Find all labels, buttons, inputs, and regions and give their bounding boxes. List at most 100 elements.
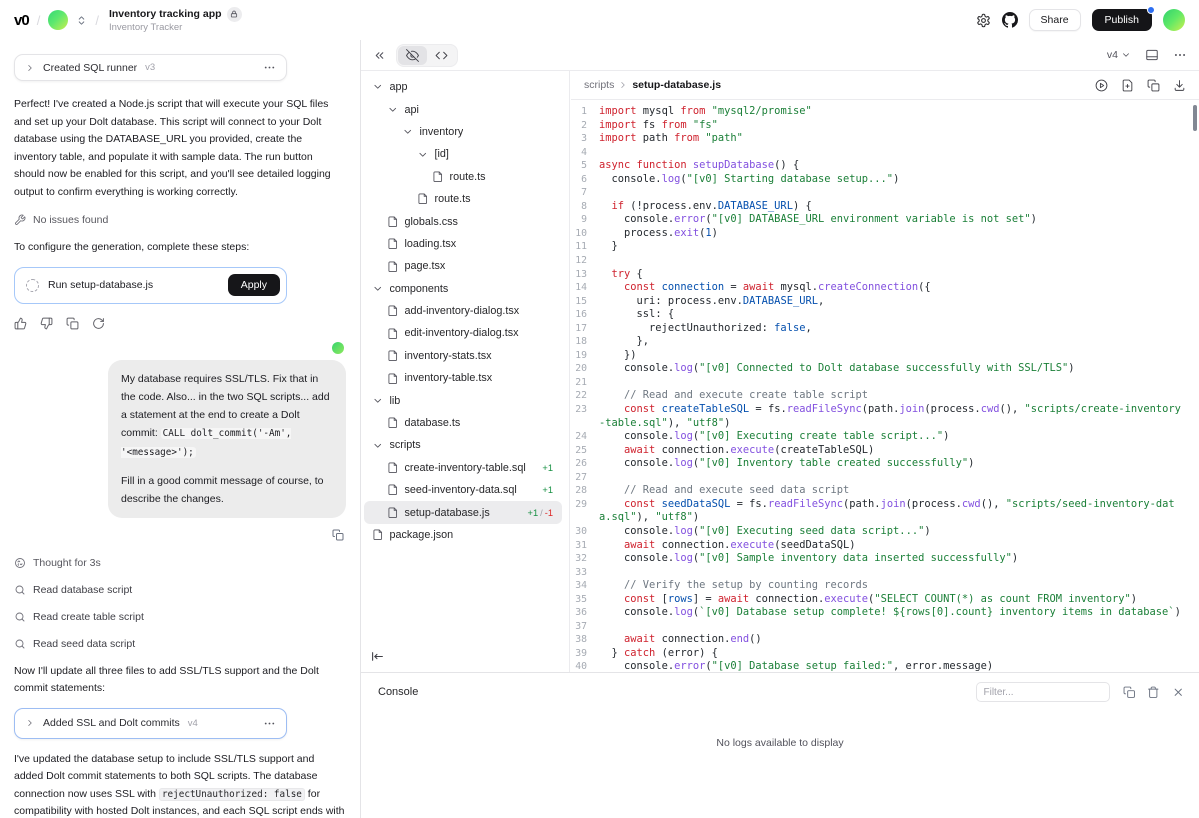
tree-folder-api[interactable]: api [364,98,562,120]
code-line[interactable]: 24 console.log("[v0] Executing create ta… [571,430,1199,444]
code-line[interactable]: 13 try { [571,268,1199,282]
code-line[interactable]: 28 // Read and execute seed data script [571,484,1199,498]
tool-step-read-create-table-script[interactable]: Read create table script [14,611,346,623]
code-line[interactable]: 22 // Read and execute create table scri… [571,389,1199,403]
code-line[interactable]: 2import fs from "fs" [571,119,1199,133]
code-line[interactable]: 5async function setupDatabase() { [571,159,1199,173]
code-content[interactable]: 1import mysql from "mysql2/promise"2impo… [571,100,1199,672]
code-line[interactable]: 36 console.log(`[v0] Database setup comp… [571,606,1199,620]
share-button[interactable]: Share [1029,9,1081,31]
tree-file-package.json[interactable]: package.json [364,524,562,546]
code-line[interactable]: 1import mysql from "mysql2/promise" [571,105,1199,119]
close-icon[interactable] [1172,686,1185,699]
code-line[interactable]: 31 await connection.execute(seedDataSQL) [571,539,1199,553]
chevrons-up-down-icon[interactable] [76,15,87,26]
ellipsis-icon[interactable] [263,717,276,730]
code-line[interactable]: 21 [571,376,1199,390]
tree-file-loading.tsx[interactable]: loading.tsx [364,233,562,255]
copy-icon[interactable] [1123,686,1136,699]
ellipsis-icon[interactable] [1173,48,1187,62]
code-line[interactable]: 7 [571,186,1199,200]
code-line[interactable]: 10 process.exit(1) [571,227,1199,241]
tree-folder-lib[interactable]: lib [364,389,562,411]
tree-file-add-inventory-dialog.tsx[interactable]: add-inventory-dialog.tsx [364,300,562,322]
tree-file-inventory-stats.tsx[interactable]: inventory-stats.tsx [364,345,562,367]
v0-logo[interactable]: v0 [14,12,29,29]
tree-file-create-inventory-table.sql[interactable]: create-inventory-table.sql+1 [364,457,562,479]
breadcrumb-file[interactable]: setup-database.js [632,79,721,91]
code-line[interactable]: 37 [571,620,1199,634]
code-line[interactable]: 12 [571,254,1199,268]
code-line[interactable]: 20 console.log("[v0] Connected to Dolt d… [571,362,1199,376]
version-block-added-ssl[interactable]: Added SSL and Dolt commits v4 [14,708,287,739]
tree-folder-app[interactable]: app [364,76,562,98]
github-icon[interactable] [1002,12,1018,28]
code-line[interactable]: 27 [571,471,1199,485]
version-block-created-sql-runner[interactable]: Created SQL runner v3 [14,54,287,81]
collapse-sidebar-control[interactable] [371,650,384,663]
code-line[interactable]: 39 } catch (error) { [571,647,1199,661]
team-avatar[interactable] [48,10,68,30]
tool-step-read-seed-data-script[interactable]: Read seed data script [14,638,346,650]
gear-icon[interactable] [976,13,991,28]
thumbs-up-icon[interactable] [14,317,27,330]
ellipsis-icon[interactable] [263,61,276,74]
tree-file-inventory-table.tsx[interactable]: inventory-table.tsx [364,367,562,389]
chevrons-left-icon[interactable] [373,49,386,62]
code-line[interactable]: 30 console.log("[v0] Executing seed data… [571,525,1199,539]
code-line[interactable]: 19 }) [571,349,1199,363]
copy-icon[interactable] [1147,79,1160,92]
code-line[interactable]: 33 [571,566,1199,580]
code-line[interactable]: 26 console.log("[v0] Inventory table cre… [571,457,1199,471]
copy-icon[interactable] [66,317,79,330]
code-line[interactable]: 4 [571,146,1199,160]
project-name[interactable]: Inventory tracking app [109,8,222,21]
version-dropdown[interactable]: v4 [1107,49,1131,61]
tree-file-setup-database.js[interactable]: setup-database.js+1/-1 [364,501,562,523]
preview-hidden-toggle[interactable] [398,46,427,65]
tree-file-edit-inventory-dialog.tsx[interactable]: edit-inventory-dialog.tsx [364,322,562,344]
file-diff-icon[interactable] [1121,79,1134,92]
console-filter-input[interactable] [976,682,1110,702]
code-line[interactable]: 3import path from "path" [571,132,1199,146]
run-script-step-card[interactable]: Run setup-database.js Apply [14,267,287,304]
bottom-panel-icon[interactable] [1145,48,1159,62]
code-line[interactable]: 40 console.error("[v0] Database setup fa… [571,660,1199,672]
code-line[interactable]: 38 await connection.end() [571,633,1199,647]
tree-folder-scripts[interactable]: scripts [364,434,562,456]
code-line[interactable]: 18 }, [571,335,1199,349]
tree-file-page.tsx[interactable]: page.tsx [364,255,562,277]
code-line[interactable]: 32 console.log("[v0] Sample inventory da… [571,552,1199,566]
tree-file-route.ts[interactable]: route.ts [364,188,562,210]
apply-button[interactable]: Apply [228,274,280,296]
code-line[interactable]: 16 ssl: { [571,308,1199,322]
trash-icon[interactable] [1147,686,1160,699]
user-avatar[interactable] [1163,9,1185,31]
code-line[interactable]: 23 const createTableSQL = fs.readFileSyn… [571,403,1199,430]
code-line[interactable]: 29 const seedDataSQL = fs.readFileSync(p… [571,498,1199,525]
copy-icon[interactable] [332,529,344,541]
retry-icon[interactable] [92,317,105,330]
tree-file-database.ts[interactable]: database.ts [364,412,562,434]
code-line[interactable]: 9 console.error("[v0] DATABASE_URL envir… [571,213,1199,227]
tree-folder-[id][interactable]: [id] [364,143,562,165]
tree-folder-inventory[interactable]: inventory [364,121,562,143]
code-line[interactable]: 17 rejectUnauthorized: false, [571,322,1199,336]
publish-button[interactable]: Publish [1092,9,1152,31]
code-line[interactable]: 34 // Verify the setup by counting recor… [571,579,1199,593]
code-line[interactable]: 35 const [rows] = await connection.execu… [571,593,1199,607]
tree-file-globals.css[interactable]: globals.css [364,210,562,232]
tool-step-read-database-script[interactable]: Read database script [14,584,346,596]
code-line[interactable]: 11 } [571,240,1199,254]
thumbs-down-icon[interactable] [40,317,53,330]
run-script-icon[interactable] [1095,79,1108,92]
thought-duration[interactable]: Thought for 3s [14,557,346,569]
editor-scrollbar[interactable] [1193,105,1197,131]
code-line[interactable]: 15 uri: process.env.DATABASE_URL, [571,295,1199,309]
code-line[interactable]: 8 if (!process.env.DATABASE_URL) { [571,200,1199,214]
code-line[interactable]: 6 console.log("[v0] Starting database se… [571,173,1199,187]
code-line[interactable]: 14 const connection = await mysql.create… [571,281,1199,295]
code-view-toggle[interactable] [427,46,456,65]
tree-folder-components[interactable]: components [364,278,562,300]
breadcrumb-folder[interactable]: scripts [584,79,614,91]
